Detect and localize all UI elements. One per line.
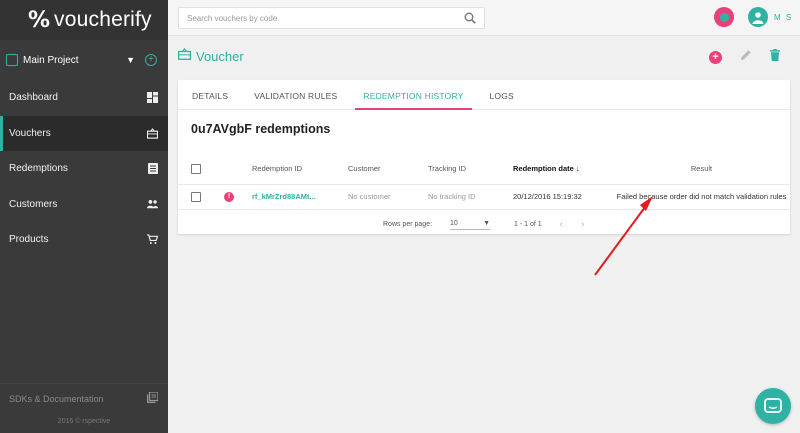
annotation-arrow (594, 196, 653, 276)
chat-button[interactable] (755, 388, 791, 424)
chat-icon (764, 398, 782, 413)
